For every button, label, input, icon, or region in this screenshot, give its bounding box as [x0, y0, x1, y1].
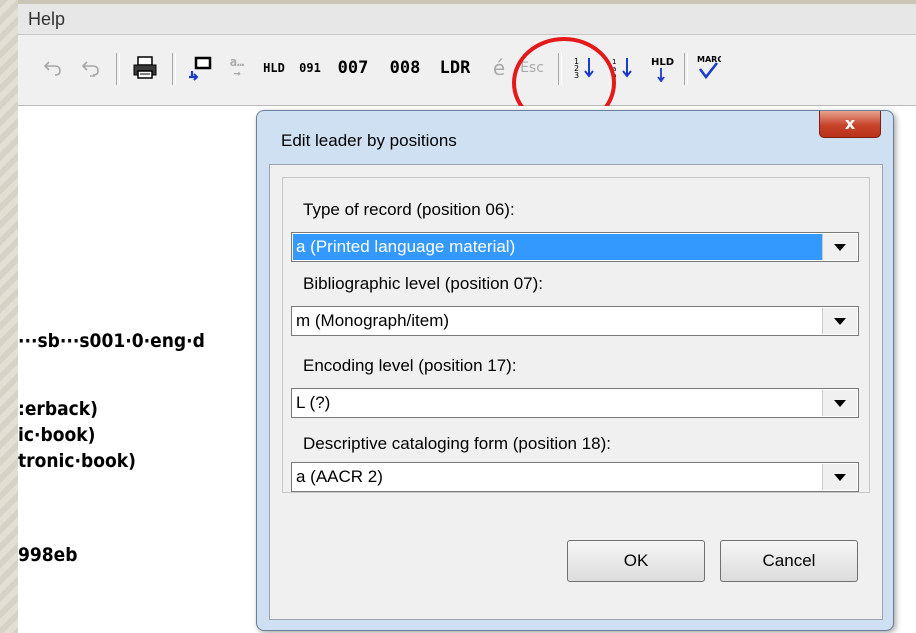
record-line: :erback): [18, 398, 98, 420]
undo-icon[interactable]: [38, 51, 68, 85]
hld-field-icon[interactable]: HLD: [258, 51, 290, 85]
type-of-record-label: Type of record (position 06):: [303, 200, 515, 219]
background-strip: [0, 0, 18, 633]
svg-text:MARC: MARC: [697, 55, 721, 64]
descriptive-cataloging-label: Descriptive cataloging form (position 18…: [303, 434, 612, 453]
chevron-down-icon[interactable]: [822, 234, 857, 260]
chevron-down-icon[interactable]: [822, 464, 857, 490]
type-of-record-value: a (Printed language material): [293, 234, 832, 260]
cancel-button[interactable]: Cancel: [720, 540, 858, 582]
bibliographic-level-value: m (Monograph/item): [296, 311, 450, 330]
toolbar-separator: [116, 53, 120, 85]
descriptive-cataloging-value: a (AACR 2): [296, 467, 383, 486]
toolbar-separator: [172, 53, 176, 85]
redo-icon[interactable]: [76, 51, 106, 85]
chevron-down-icon[interactable]: [822, 390, 857, 416]
record-line: ic·book): [18, 424, 96, 446]
leader-fields-group: Type of record (position 06): a (Printed…: [282, 177, 870, 493]
f091-label: 091: [299, 60, 321, 75]
add-subfield-icon[interactable]: a… →: [221, 51, 253, 85]
dialog-body: Type of record (position 06): a (Printed…: [269, 164, 883, 620]
toolbar: a… → HLD 091 007 008 LDR é Esc 123 1ab HL…: [18, 35, 916, 129]
record-line: tronic·book): [18, 450, 136, 472]
toolbar-separator: [684, 53, 688, 85]
encoding-level-value: L (?): [296, 393, 331, 412]
window-frame-edge: [18, 0, 916, 4]
ok-button[interactable]: OK: [567, 540, 705, 582]
hld-label: HLD: [263, 60, 285, 75]
dialog-title: Edit leader by positions: [281, 131, 457, 150]
type-of-record-select[interactable]: a (Printed language material): [291, 232, 859, 262]
chevron-down-icon[interactable]: [822, 308, 857, 334]
close-button[interactable]: x: [819, 111, 881, 138]
printer-icon[interactable]: [128, 51, 162, 85]
diacritic-icon[interactable]: é: [488, 51, 510, 85]
field-091-icon[interactable]: 091: [294, 51, 326, 85]
svg-text:HLD: HLD: [651, 57, 674, 68]
add-field-icon[interactable]: [184, 51, 216, 85]
ldr-button[interactable]: LDR: [432, 51, 478, 85]
record-line: 998eb: [18, 544, 78, 566]
field-008-button[interactable]: 008: [382, 51, 428, 85]
bibliographic-level-select[interactable]: m (Monograph/item): [291, 306, 859, 336]
validate-marc-icon[interactable]: MARC: [696, 51, 722, 85]
menu-help[interactable]: Help: [28, 9, 65, 30]
encoding-level-select[interactable]: L (?): [291, 388, 859, 418]
encoding-level-label: Encoding level (position 17):: [303, 356, 517, 375]
edit-leader-dialog: Edit leader by positions x Type of recor…: [256, 110, 894, 631]
record-line: ···sb···s001·0·eng·d: [18, 330, 205, 352]
bibliographic-level-label: Bibliographic level (position 07):: [303, 274, 544, 293]
field-007-button[interactable]: 007: [330, 51, 376, 85]
holdings-icon[interactable]: HLD: [646, 51, 678, 85]
menubar: Help: [18, 0, 916, 35]
close-icon: x: [844, 114, 856, 133]
descriptive-cataloging-select[interactable]: a (AACR 2): [291, 462, 859, 492]
